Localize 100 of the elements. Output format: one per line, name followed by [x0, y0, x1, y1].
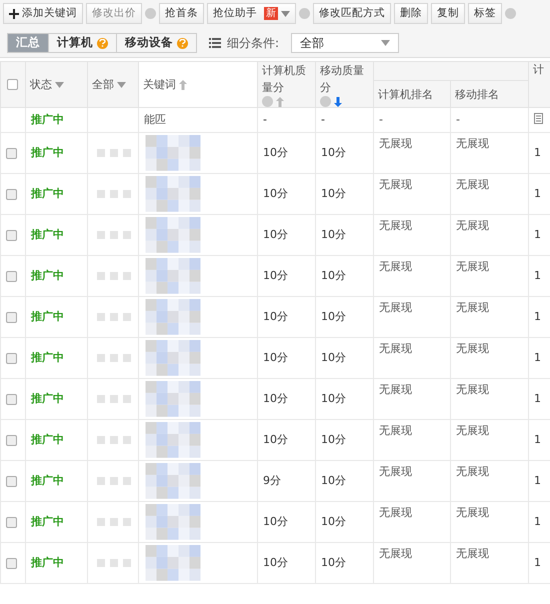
table-cell: 无展现 — [379, 342, 412, 355]
table-cell: 1 — [534, 228, 541, 241]
table-cell: 1 — [534, 187, 541, 200]
row-checkbox[interactable] — [6, 394, 17, 404]
table-cell: 10分 — [263, 310, 288, 323]
view-tab[interactable]: 计算机 — [48, 33, 117, 53]
row-checkbox[interactable] — [6, 230, 17, 240]
toolbar-button[interactable]: 抢位助手 新 — [207, 3, 296, 24]
toolbar-button[interactable]: 复制 — [431, 3, 465, 24]
table-cell: 10分 — [263, 351, 288, 364]
table-cell: - — [263, 113, 267, 126]
table-cell: 无展现 — [379, 178, 412, 191]
row-checkbox[interactable] — [6, 434, 17, 446]
table-cell: 无展现 — [379, 301, 412, 314]
table-cell: 无展现 — [456, 260, 489, 273]
table-cell: 1 — [534, 269, 541, 282]
table-cell: 10分 — [321, 228, 346, 241]
table-cell: 10分 — [263, 433, 288, 446]
column-header[interactable]: 计 — [533, 63, 544, 76]
status-text: 推广中 — [31, 351, 64, 364]
toolbar-button[interactable]: 删除 — [394, 3, 428, 24]
toolbar-button[interactable]: 修改匹配方式 — [313, 3, 391, 24]
table-cell: 10分 — [263, 187, 288, 200]
toolbar-button[interactable]: 抢首条 — [159, 3, 204, 24]
table-cell: 10分 — [321, 556, 346, 569]
table-cell: 1 — [534, 146, 541, 159]
list-icon — [209, 38, 221, 48]
column-header[interactable]: 状态 — [30, 76, 52, 93]
table-cell: 1 — [534, 515, 541, 528]
status-text: 推广中 — [31, 146, 64, 159]
row-checkbox[interactable] — [6, 270, 17, 282]
caret-icon — [117, 82, 126, 88]
table-cell: 1 — [534, 556, 541, 569]
toolbar-button[interactable]: 添加关键词 — [3, 3, 83, 24]
plus-icon — [9, 8, 19, 18]
help-icon[interactable] — [97, 38, 108, 48]
table-cell: 10分 — [321, 515, 346, 528]
table-cell: 9分 — [263, 474, 281, 487]
status-text: 推广中 — [31, 556, 64, 569]
table-cell: 无展现 — [379, 424, 412, 437]
help-icon[interactable] — [262, 96, 273, 107]
status-text: 推广中 — [31, 113, 64, 126]
row-checkbox[interactable] — [6, 558, 17, 568]
table-cell: 无展现 — [379, 547, 412, 560]
help-icon[interactable] — [145, 8, 156, 19]
table-cell: 1 — [534, 433, 541, 446]
table-cell: 10分 — [321, 392, 346, 405]
row-checkbox[interactable] — [6, 148, 17, 158]
sort-up-icon[interactable] — [276, 96, 284, 106]
document-icon[interactable] — [534, 112, 543, 124]
column-header[interactable]: 全部 — [92, 76, 114, 93]
row-checkbox[interactable] — [6, 312, 17, 322]
table-cell: 无展现 — [456, 383, 489, 396]
status-text: 推广中 — [31, 187, 64, 200]
table-cell: - — [379, 113, 383, 126]
table-cell: 无展现 — [379, 137, 412, 150]
status-text: 推广中 — [31, 228, 64, 241]
table-cell: 10分 — [321, 269, 346, 282]
table-cell: 无展现 — [456, 219, 489, 232]
table-cell: 10分 — [263, 269, 288, 282]
table-cell: 无展现 — [379, 219, 412, 232]
table-cell: 10分 — [321, 474, 346, 487]
row-checkbox[interactable] — [6, 352, 17, 364]
table-cell: 无展现 — [456, 342, 489, 355]
filter-select[interactable]: 全部 — [291, 33, 400, 53]
status-text: 推广中 — [31, 474, 64, 487]
status-text: 推广中 — [31, 515, 64, 528]
toolbar-button[interactable]: 标签 — [468, 3, 502, 24]
table-cell: 10分 — [263, 515, 288, 528]
table-cell: - — [456, 113, 460, 126]
table-cell: - — [321, 113, 325, 126]
table-cell: 无展现 — [379, 383, 412, 396]
select-all-checkbox[interactable] — [7, 79, 18, 90]
table-cell: 10分 — [321, 433, 346, 446]
table-cell: 无展现 — [456, 137, 489, 150]
help-icon[interactable] — [299, 8, 310, 19]
row-checkbox[interactable] — [6, 516, 17, 528]
caret-icon — [281, 10, 290, 16]
table-cell: 无展现 — [456, 301, 489, 314]
table-cell: 1 — [534, 392, 541, 405]
view-tab[interactable]: 移动设备 — [116, 33, 197, 53]
table-cell: 1 — [534, 351, 541, 364]
sort-up-icon[interactable] — [179, 80, 187, 90]
table-cell: 10分 — [321, 187, 346, 200]
table-cell: 1 — [534, 310, 541, 323]
table-cell: 无展现 — [456, 424, 489, 437]
row-checkbox[interactable] — [6, 476, 17, 486]
row-checkbox[interactable] — [6, 188, 17, 200]
keyword-text: 能匹 — [144, 113, 166, 126]
help-icon[interactable] — [177, 38, 188, 48]
table-cell: 10分 — [263, 228, 288, 241]
column-header[interactable]: 关键词 — [143, 76, 176, 93]
table-cell: 无展现 — [456, 465, 489, 478]
table-cell: 1 — [534, 474, 541, 487]
new-badge: 新 — [264, 7, 278, 20]
table-cell: 无展现 — [456, 178, 489, 191]
help-icon[interactable] — [505, 8, 516, 19]
sort-down-icon[interactable] — [334, 96, 342, 106]
table-cell: 10分 — [263, 146, 288, 159]
status-text: 推广中 — [31, 433, 64, 446]
